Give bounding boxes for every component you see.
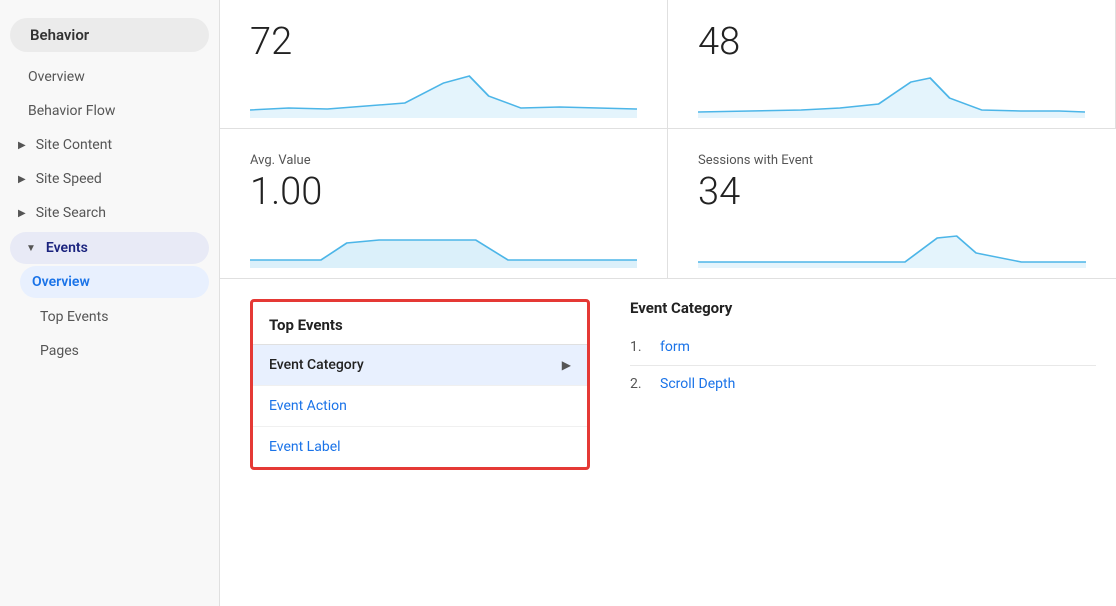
top-events-event-category-label: Event Category	[269, 357, 364, 373]
sidebar-behavior-header: Behavior	[10, 18, 209, 52]
sidebar-item-pages[interactable]: Pages	[0, 334, 219, 368]
sidebar-item-site-search-label: Site Search	[36, 205, 106, 221]
sparkline-sessions-event	[698, 218, 1086, 268]
event-category-link-form[interactable]: form	[660, 339, 690, 355]
stats-grid: 72 48 Avg. Value 1.00 Sessions with	[220, 0, 1116, 279]
sidebar-item-behavior-flow[interactable]: Behavior Flow	[0, 94, 219, 128]
top-events-event-action-label: Event Action	[269, 398, 347, 414]
stat-value-unique-events: 48	[698, 20, 1085, 64]
stat-card-unique-events: 48	[668, 0, 1116, 128]
sidebar-item-site-content[interactable]: ▶ Site Content	[0, 128, 219, 162]
stat-card-total-events: 72	[220, 0, 668, 128]
top-events-wrapper: Top Events Event Category ▶ Event Action…	[220, 279, 610, 606]
sparkline-total-events	[250, 68, 637, 118]
event-category-item-form: 1. form	[630, 329, 1096, 366]
stat-label-sessions-event: Sessions with Event	[698, 153, 1086, 168]
top-events-header: Top Events	[253, 302, 587, 345]
sidebar-item-top-events-label: Top Events	[40, 309, 108, 325]
sidebar-item-site-content-label: Site Content	[36, 137, 112, 153]
sidebar-item-site-speed[interactable]: ▶ Site Speed	[0, 162, 219, 196]
stat-value-total-events: 72	[250, 20, 637, 64]
sidebar-item-overview[interactable]: Overview	[0, 60, 219, 94]
event-category-title: Event Category	[630, 299, 1096, 317]
sidebar-item-events-label: Events	[46, 240, 88, 256]
events-arrow: ▼	[26, 243, 36, 254]
top-events-event-label[interactable]: Event Label	[253, 427, 587, 467]
event-category-num-2: 2.	[630, 376, 650, 392]
site-search-arrow: ▶	[18, 208, 26, 219]
stat-value-sessions-event: 34	[698, 170, 1086, 214]
bottom-section: Top Events Event Category ▶ Event Action…	[220, 279, 1116, 606]
stat-card-avg-value: Avg. Value 1.00	[220, 128, 668, 278]
event-category-arrow-icon: ▶	[562, 358, 571, 372]
event-category-num-1: 1.	[630, 339, 650, 355]
stat-value-avg-value: 1.00	[250, 170, 637, 214]
event-category-item-scroll-depth: 2. Scroll Depth	[630, 366, 1096, 402]
top-events-event-label-label: Event Label	[269, 439, 341, 455]
site-content-arrow: ▶	[18, 140, 26, 151]
top-events-event-action[interactable]: Event Action	[253, 386, 587, 427]
main-content: 72 48 Avg. Value 1.00 Sessions with	[220, 0, 1116, 606]
sidebar: Behavior Overview Behavior Flow ▶ Site C…	[0, 0, 220, 606]
top-events-box: Top Events Event Category ▶ Event Action…	[250, 299, 590, 470]
sidebar-item-events-overview-label: Overview	[32, 274, 90, 290]
sidebar-item-pages-label: Pages	[40, 343, 79, 359]
sidebar-item-top-events[interactable]: Top Events	[0, 300, 219, 334]
sidebar-item-site-speed-label: Site Speed	[36, 171, 102, 187]
sidebar-item-behavior-flow-label: Behavior Flow	[28, 103, 115, 119]
event-category-link-scroll-depth[interactable]: Scroll Depth	[660, 376, 735, 392]
sidebar-item-overview-label: Overview	[28, 69, 85, 85]
sparkline-unique-events	[698, 68, 1085, 118]
stat-label-avg-value: Avg. Value	[250, 153, 637, 168]
site-speed-arrow: ▶	[18, 174, 26, 185]
stat-card-sessions-event: Sessions with Event 34	[668, 128, 1116, 278]
sidebar-item-events[interactable]: ▼ Events	[10, 232, 209, 264]
sidebar-item-events-overview[interactable]: Overview	[20, 266, 209, 298]
sparkline-avg-value	[250, 218, 637, 268]
sidebar-item-site-search[interactable]: ▶ Site Search	[0, 196, 219, 230]
top-events-event-category[interactable]: Event Category ▶	[253, 345, 587, 386]
event-category-panel: Event Category 1. form 2. Scroll Depth	[610, 279, 1116, 606]
